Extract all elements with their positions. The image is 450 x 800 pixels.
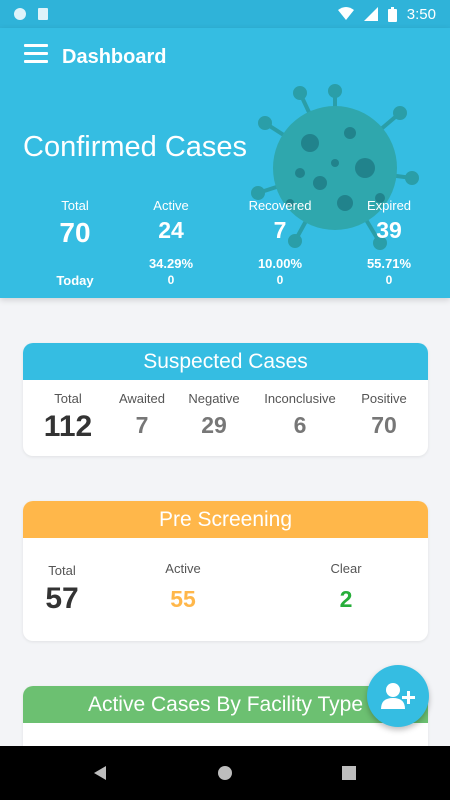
add-user-button[interactable] [367,665,429,727]
col-label: Clear [330,561,362,576]
stat-percent: 55.71% [366,256,412,271]
col-label: Total [54,391,82,406]
col-label: Total [48,563,76,578]
col-label: Active [165,561,201,576]
home-icon[interactable] [217,765,233,781]
col-label: Negative [188,391,240,406]
suspected-inconclusive: Inconclusive 6 [255,391,345,439]
navigation-bar [0,746,450,800]
app-title: Dashboard [62,46,167,68]
col-label: Awaited [118,391,165,406]
stat-label: Active [153,198,189,213]
col-value: 29 [201,412,227,438]
col-value: 2 [339,586,353,612]
stat-value: 24 [158,217,184,243]
col-value: 57 [45,582,79,615]
card-title: Suspected Cases [23,343,428,380]
col-value: 7 [135,412,149,438]
stat-today: 0 [385,273,393,287]
add-user-icon [381,683,415,709]
suspected-total: Total 112 [33,391,103,444]
stat-value: 70 [59,217,91,248]
stat-label: Total [61,198,89,213]
col-value: 70 [371,412,397,438]
signal-icon [363,7,378,21]
col-value: 55 [170,586,196,612]
col-value: 112 [43,410,93,443]
stat-percent: 34.29% [148,256,194,271]
suspected-awaited: Awaited 7 [107,391,177,439]
status-bar: 3:50 [0,0,450,28]
back-icon[interactable] [92,765,108,781]
stat-today: 0 [167,273,175,287]
prescreening-total: Total 57 [27,563,97,616]
status-time: 3:50 [406,5,436,23]
prescreening-active: Active 55 [148,561,218,613]
stat-percent: 10.00% [257,256,303,271]
prescreening-clear: Clear 2 [311,561,381,613]
col-value: 6 [293,412,307,438]
stat-recovered: Recovered 7 10.00% 0 [230,198,330,287]
stat-value: 7 [273,217,287,243]
confirmed-cases-header: Dashboard Confirmed Cases Total 70 Today… [0,28,450,298]
stat-label: Expired [366,198,412,213]
stat-value: 39 [376,217,402,243]
stat-today: 0 [276,273,284,287]
col-label: Positive [361,391,407,406]
wifi-icon [337,7,354,20]
card-title: Pre Screening [23,501,428,538]
suspected-negative: Negative 29 [179,391,249,439]
suspected-positive: Positive 70 [349,391,419,439]
stat-label: Recovered [248,198,312,213]
stat-expired: Expired 39 55.71% 0 [339,198,439,287]
hero-title: Confirmed Cases [23,131,248,163]
notification-dot-icon [14,8,26,20]
battery-icon [387,6,397,22]
recents-icon[interactable] [342,766,356,780]
menu-icon[interactable] [24,44,48,63]
today-label: Today [56,273,94,288]
stat-total: Total 70 [25,198,125,249]
suspected-cases-card[interactable]: Suspected Cases Total 112 Awaited 7 Nega… [23,343,428,456]
col-label: Inconclusive [264,391,336,406]
sd-card-icon [38,8,48,20]
stat-active: Active 24 34.29% 0 [121,198,221,287]
pre-screening-card[interactable]: Pre Screening Total 57 Active 55 Clear 2 [23,501,428,641]
